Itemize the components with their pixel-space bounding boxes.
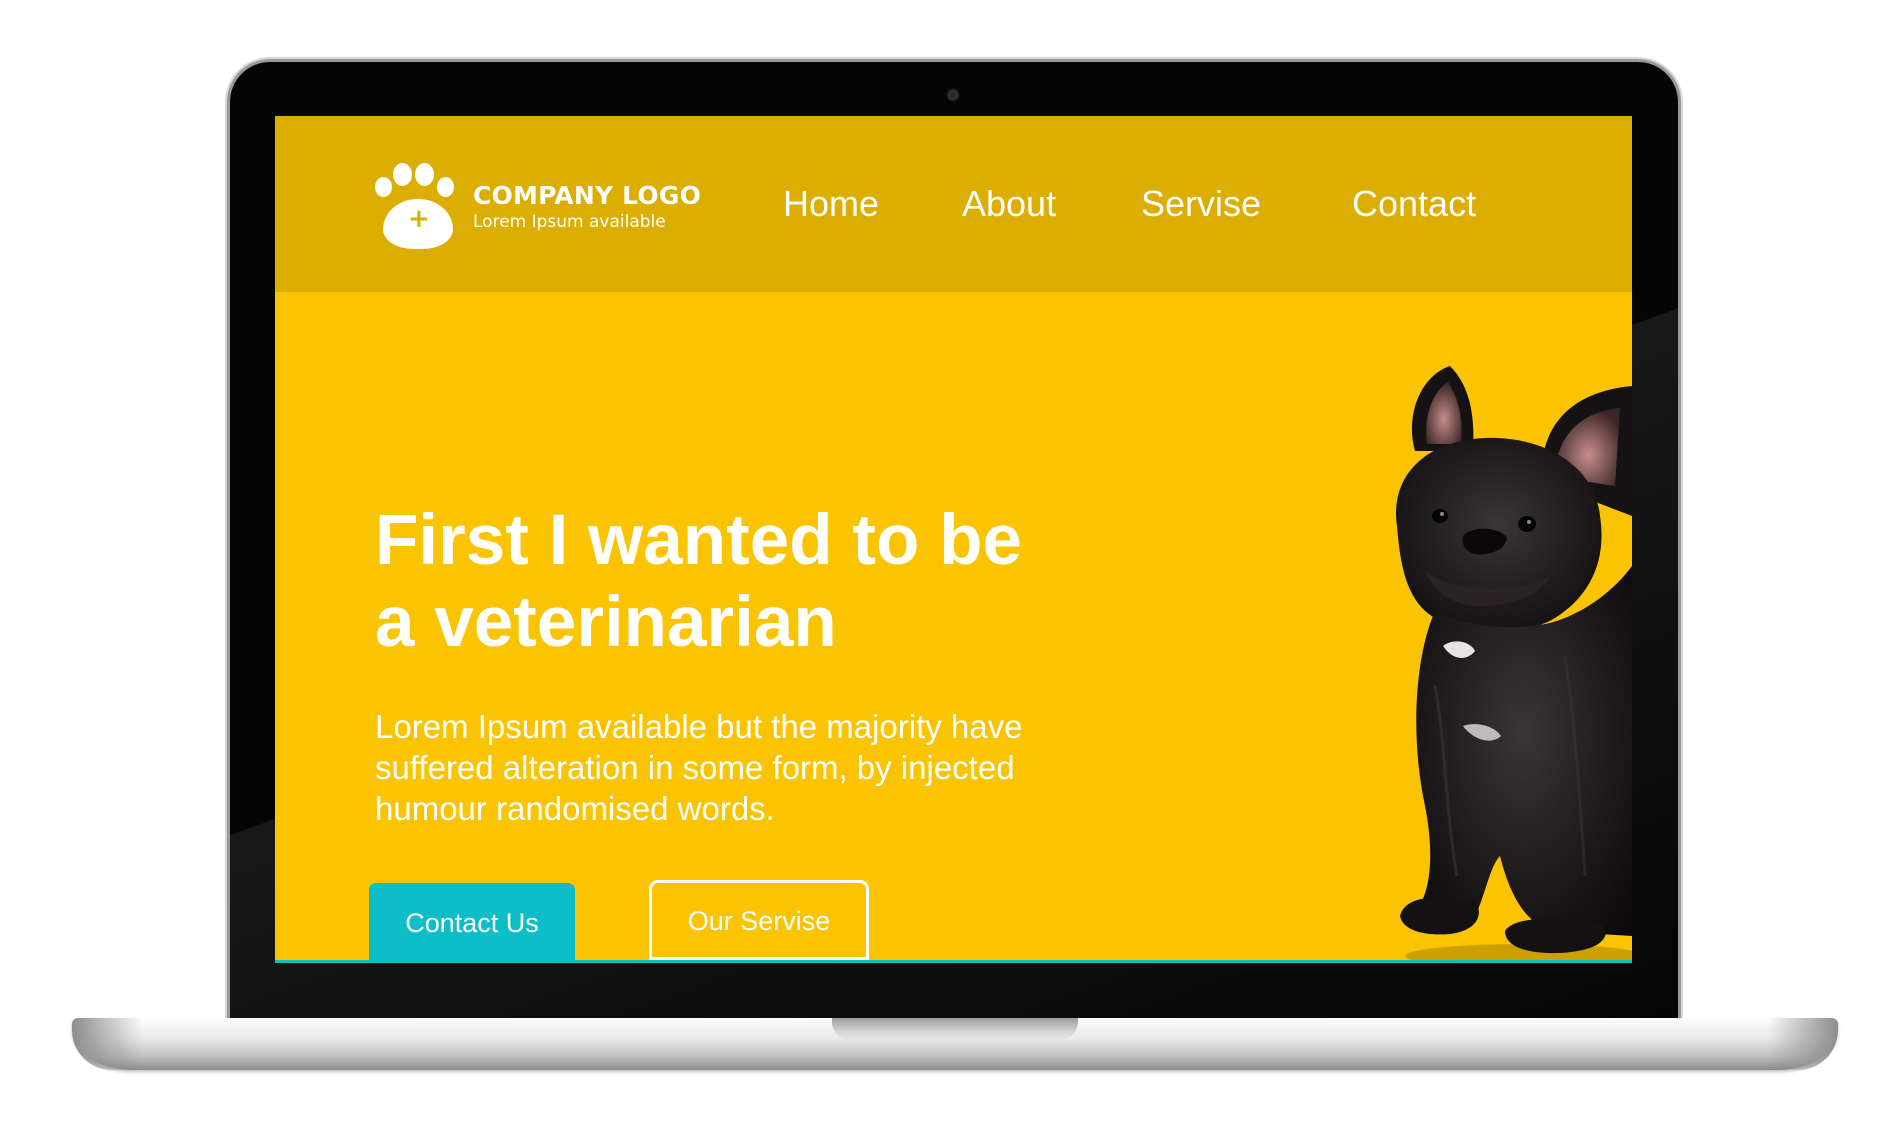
- paw-toe: [437, 177, 454, 197]
- hero-title-line: First I wanted to be: [375, 501, 1022, 580]
- dog-right-eye: [1518, 516, 1536, 532]
- contact-us-button[interactable]: Contact Us: [369, 883, 575, 963]
- plus-icon: +: [408, 204, 430, 234]
- company-logo[interactable]: + COMPANY LOGO Lorem Ipsum available: [375, 163, 701, 249]
- hero-desc-line: Lorem Ipsum available but the majority h…: [375, 708, 1023, 745]
- hero-description: Lorem Ipsum available but the majority h…: [375, 706, 1135, 829]
- dog-eye-glint: [1440, 512, 1444, 516]
- hero-desc-line: humour randomised words.: [375, 790, 775, 827]
- dog-left-eye: [1432, 509, 1448, 523]
- dog-front-paw: [1400, 897, 1479, 935]
- laptop-base: [72, 1018, 1838, 1070]
- nav-item-home[interactable]: Home: [783, 182, 879, 226]
- laptop-mockup-scene: + COMPANY LOGO Lorem Ipsum available Hom…: [0, 0, 1895, 1139]
- webcam-icon: [948, 90, 958, 100]
- base-shading-left: [72, 1018, 142, 1070]
- paw-toe: [375, 177, 392, 197]
- nav-item-contact[interactable]: Contact: [1352, 182, 1476, 226]
- logo-text: COMPANY LOGO Lorem Ipsum available: [473, 181, 701, 232]
- lid-opening-notch: [832, 1018, 1078, 1040]
- nav-item-about[interactable]: About: [962, 182, 1056, 226]
- base-shading-right: [1768, 1018, 1838, 1070]
- screen-bottom-accent: [275, 960, 1632, 963]
- logo-title: COMPANY LOGO: [473, 180, 702, 210]
- hero-title-line: a veterinarian: [375, 583, 837, 662]
- dog-eye-glint: [1527, 520, 1531, 524]
- paw-plus-icon: +: [375, 163, 461, 249]
- nav-item-servise[interactable]: Servise: [1141, 182, 1261, 226]
- hero-desc-line: suffered alteration in some form, by inj…: [375, 749, 1015, 786]
- logo-subtitle: Lorem Ipsum available: [473, 211, 666, 232]
- french-bulldog-photo: [1396, 366, 1632, 963]
- our-service-button[interactable]: Our Servise: [649, 880, 869, 960]
- website-screen: + COMPANY LOGO Lorem Ipsum available Hom…: [275, 116, 1632, 963]
- paw-toe: [393, 163, 412, 186]
- hero-title: First I wanted to be a veterinarian: [375, 500, 1135, 664]
- paw-toe: [415, 163, 434, 186]
- site-header: + COMPANY LOGO Lorem Ipsum available Hom…: [275, 116, 1632, 292]
